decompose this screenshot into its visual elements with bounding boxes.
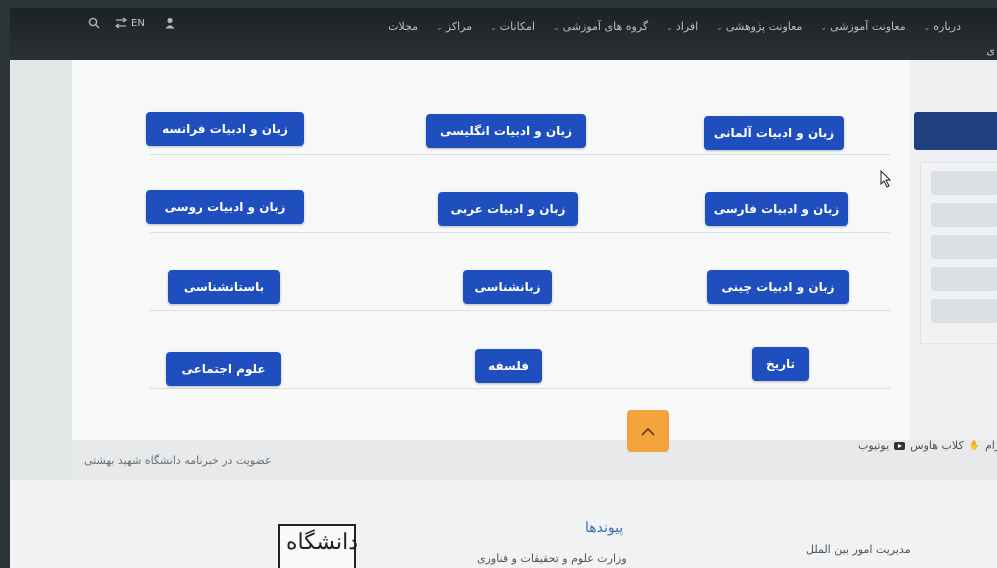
footer-link-international[interactable]: مدیریت امور بین الملل <box>806 543 911 556</box>
row-divider <box>150 388 890 389</box>
sidebar-item[interactable] <box>931 203 997 227</box>
row-divider <box>150 154 890 155</box>
department-button-french[interactable]: زبان و ادبیات فرانسه <box>146 112 304 146</box>
user-icon[interactable] <box>165 17 175 29</box>
sidebar-item[interactable] <box>931 171 997 195</box>
department-button-linguistics[interactable]: زبانشناسی <box>463 270 552 304</box>
sidebar-list <box>920 162 997 344</box>
social-telegram[interactable]: رام <box>985 439 997 452</box>
chevron-down-icon: ⌄ <box>716 23 723 32</box>
department-button-english[interactable]: زبان و ادبیات انگلیسی <box>426 114 586 148</box>
links-title: پیوندها <box>585 520 624 536</box>
row-divider <box>150 310 890 311</box>
menu-item-centers[interactable]: مراکز⌄ <box>436 20 472 33</box>
language-switch[interactable]: EN <box>114 17 145 29</box>
university-logo: دانشگاه <box>278 524 359 568</box>
department-button-chinese[interactable]: زبان و ادبیات چینی <box>707 270 849 304</box>
social-youtube[interactable]: یوتیوب <box>858 439 889 452</box>
department-button-german[interactable]: زبان و ادبیات آلمانی <box>704 116 844 150</box>
menu-item-departments[interactable]: گروه های آموزشی⌄ <box>553 20 648 33</box>
search-icon[interactable] <box>88 17 100 29</box>
department-button-social-sciences[interactable]: علوم اجتماعی <box>166 352 281 386</box>
departments-panel: زبان و ادبیات آلمانی زبان و ادبیات انگلی… <box>72 60 910 440</box>
department-button-arabic[interactable]: زبان و ادبیات عربی <box>438 192 578 226</box>
language-icon <box>114 17 128 29</box>
chevron-up-icon <box>640 422 656 441</box>
chevron-down-icon: ⌄ <box>552 23 560 32</box>
browser-screen: EN درباره⌄ معاونت آموزشی⌄ معاونت پژوهشی⌄… <box>10 8 997 568</box>
cursor-icon <box>880 169 892 192</box>
department-button-history[interactable]: تاریخ <box>752 347 809 381</box>
department-button-russian[interactable]: زبان و ادبیات روسی <box>146 190 304 224</box>
department-button-persian[interactable]: زبان و ادبیات فارسی <box>705 192 848 226</box>
sidebar-item[interactable] <box>931 235 997 259</box>
clubhouse-icon: ✋ <box>968 440 980 451</box>
social-clubhouse[interactable]: کلاب هاوس <box>910 439 964 452</box>
menu-item-education[interactable]: معاونت آموزشی⌄ <box>820 20 905 33</box>
menu-item-facilities[interactable]: امکانات⌄ <box>490 20 535 33</box>
department-button-philosophy[interactable]: فلسفه <box>475 349 542 383</box>
sidebar-item[interactable] <box>931 267 997 291</box>
scroll-to-top-button[interactable] <box>627 410 669 452</box>
youtube-icon <box>894 441 906 450</box>
row-divider <box>150 232 890 233</box>
sidebar-item[interactable] <box>931 299 997 323</box>
chevron-down-icon: ⌄ <box>436 23 443 32</box>
footer-link-ministry[interactable]: وزارت علوم و تحقیقات و فناوری <box>477 552 627 565</box>
social-links: رام ✋ کلاب هاوس یوتیوب <box>858 439 997 452</box>
sidebar-header <box>914 112 997 150</box>
logo-text: دانشگاه <box>286 530 359 555</box>
newsletter-link[interactable]: عضویت در خبرنامه دانشگاه شهید بهشتی <box>84 454 272 467</box>
main-menu: درباره⌄ معاونت آموزشی⌄ معاونت پژوهشی⌄ اف… <box>388 20 961 33</box>
department-button-archaeology[interactable]: باستانشناسی <box>168 270 280 304</box>
menu-item-people[interactable]: افراد⌄ <box>666 20 698 33</box>
top-tools: EN <box>88 17 175 29</box>
menu-item-research[interactable]: معاونت پژوهشی⌄ <box>716 20 802 33</box>
chevron-down-icon: ⌄ <box>820 23 828 32</box>
chevron-down-icon: ⌄ <box>490 23 497 32</box>
site-footer: پیوندها وزارت علوم و تحقیقات و فناوری مد… <box>10 480 997 568</box>
chevron-down-icon: ⌄ <box>923 23 931 32</box>
top-navigation-bar: EN درباره⌄ معاونت آموزشی⌄ معاونت پژوهشی⌄… <box>10 8 997 60</box>
left-margin <box>10 60 72 480</box>
chevron-down-icon: ⌄ <box>666 23 673 32</box>
language-label: EN <box>131 17 145 29</box>
menu-item-about[interactable]: درباره⌄ <box>924 20 961 33</box>
menu-item-journals[interactable]: مجلات <box>388 20 418 33</box>
menu-item-cut[interactable]: ی <box>986 44 995 57</box>
